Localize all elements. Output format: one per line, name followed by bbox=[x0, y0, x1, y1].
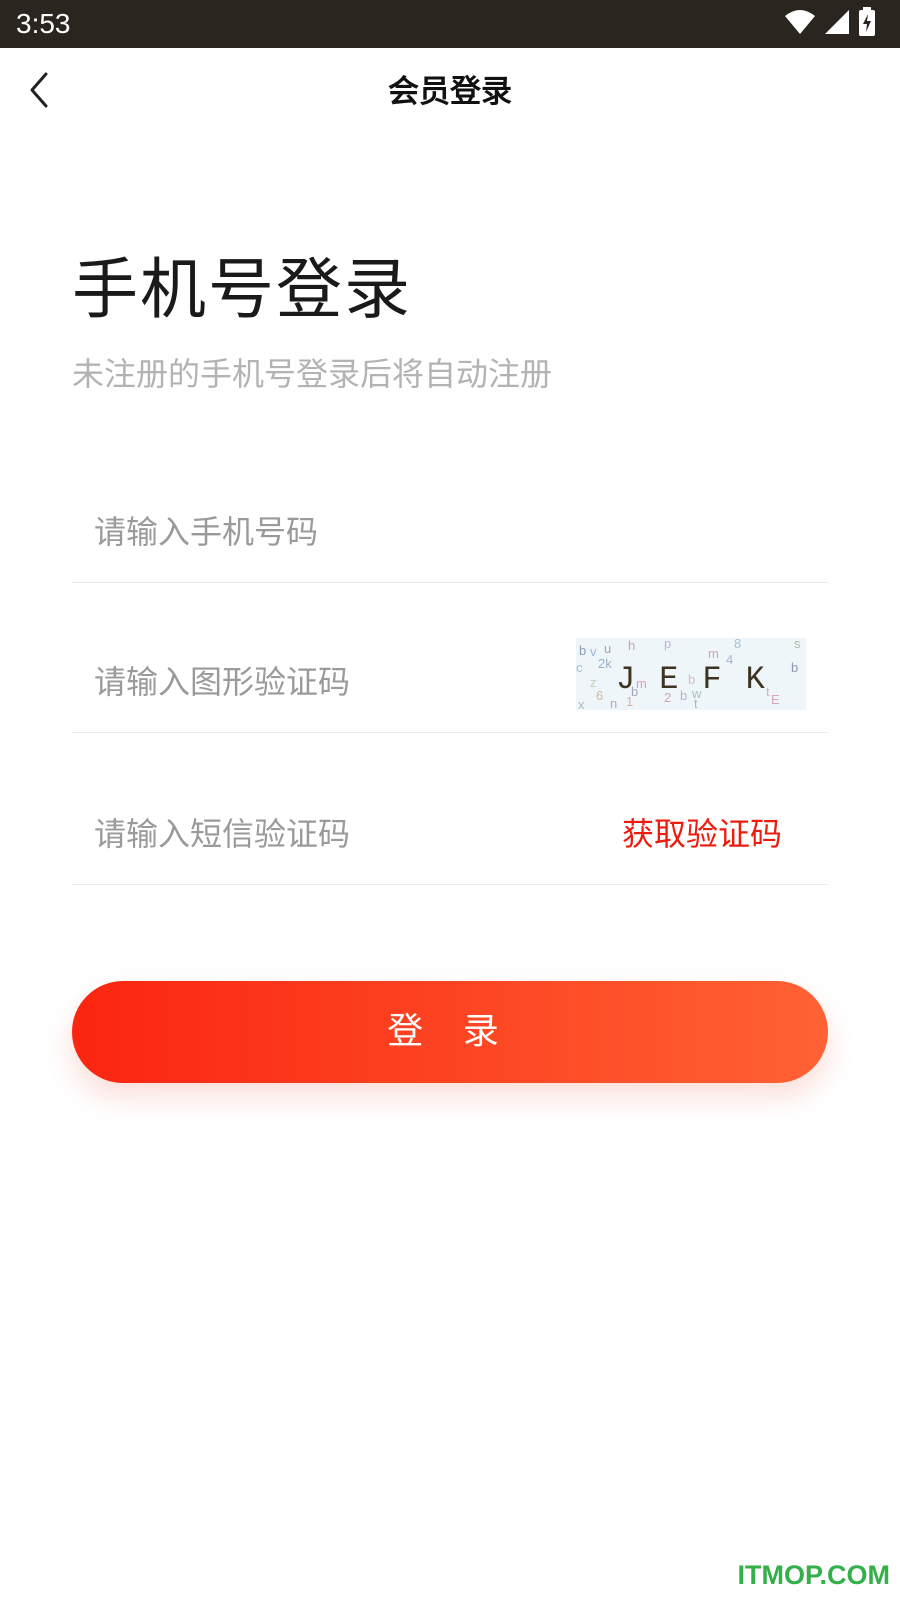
svg-text:8: 8 bbox=[734, 638, 741, 651]
svg-text:6: 6 bbox=[596, 688, 603, 703]
svg-text:n: n bbox=[610, 696, 617, 710]
svg-text:u: u bbox=[604, 641, 611, 656]
phone-field-row bbox=[72, 482, 828, 583]
sms-field-row: 获取验证码 bbox=[72, 784, 828, 885]
captcha-field-row: b v u h p m 8 s c 2k 4 b z m b 6 b 2 b w bbox=[72, 632, 828, 733]
svg-text:m: m bbox=[708, 646, 719, 661]
watermark: ITMOP.COM bbox=[737, 1560, 890, 1590]
get-code-button[interactable]: 获取验证码 bbox=[622, 806, 782, 862]
svg-text:t: t bbox=[694, 696, 698, 710]
captcha-text: JEFK bbox=[616, 661, 789, 698]
login-subtitle: 未注册的手机号登录后将自动注册 bbox=[72, 355, 553, 393]
cellular-signal-icon bbox=[824, 9, 850, 39]
login-button[interactable]: 登 录 bbox=[72, 981, 828, 1083]
svg-text:b: b bbox=[579, 643, 586, 658]
svg-text:2k: 2k bbox=[598, 656, 612, 671]
phone-input[interactable] bbox=[94, 504, 794, 560]
captcha-input[interactable] bbox=[94, 654, 534, 710]
page-title: 会员登录 bbox=[388, 74, 512, 110]
svg-text:b: b bbox=[791, 660, 798, 675]
nav-bar: 会员登录 bbox=[0, 48, 900, 136]
status-time: 3:53 bbox=[16, 8, 71, 39]
svg-text:v: v bbox=[590, 644, 597, 659]
sms-code-input[interactable] bbox=[94, 806, 564, 862]
svg-text:s: s bbox=[794, 638, 801, 651]
login-heading: 手机号登录 bbox=[72, 251, 412, 328]
svg-text:x: x bbox=[578, 697, 585, 710]
status-icons bbox=[784, 7, 876, 41]
svg-text:h: h bbox=[628, 638, 635, 653]
battery-charging-icon bbox=[858, 7, 876, 41]
svg-text:p: p bbox=[664, 638, 671, 651]
wifi-icon bbox=[784, 9, 816, 39]
status-bar: 3:53 bbox=[0, 0, 900, 48]
svg-text:c: c bbox=[576, 660, 583, 675]
captcha-image[interactable]: b v u h p m 8 s c 2k 4 b z m b 6 b 2 b w bbox=[576, 636, 806, 712]
